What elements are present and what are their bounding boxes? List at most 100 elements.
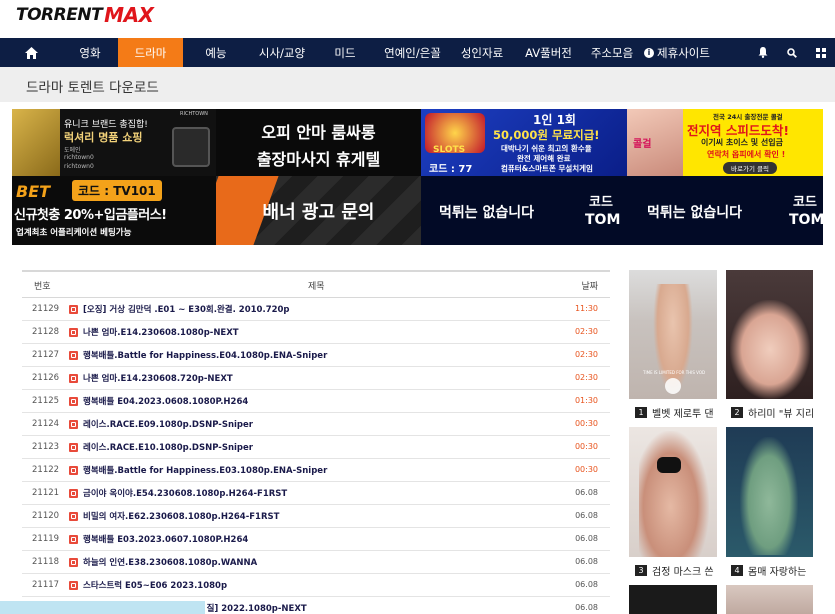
table-row[interactable]: 21126 나쁜 엄마.E14.230608.720p-NEXT 02:30 <box>22 367 610 390</box>
banner-tom-1[interactable]: 먹튀는 없습니다 코드 TOM <box>421 176 627 245</box>
header-date: 날짜 <box>581 282 598 292</box>
banner-bet[interactable]: BET 코드 : TV101 신규첫충 20%+입금플러스! 업계최초 어플리케… <box>12 176 216 245</box>
table-row[interactable]: 21122 행복배틀.Battle for Happiness.E03.1080p… <box>22 459 610 482</box>
menu-button[interactable] <box>806 38 835 67</box>
post-table: 번호 제목 날짜 21129 [오징] 거상 김만덕 .E01 ~ E30회.완결… <box>22 270 610 614</box>
home-button[interactable] <box>0 38 62 67</box>
nav-icon-group <box>748 38 835 67</box>
post-number: 21123 <box>32 442 60 452</box>
post-title-link[interactable]: [오징] 거상 김만덕 .E01 ~ E30회.완결. 2010.720p <box>83 303 290 315</box>
banner-massage[interactable]: 오피 안마 룸싸롱 출장마사지 휴게텔 <box>216 109 421 176</box>
post-title-link[interactable]: 행복배틀 E04.2023.0608.1080P.H264 <box>83 395 248 407</box>
thumb-2[interactable] <box>726 270 813 399</box>
post-date: 11:30 <box>574 304 598 313</box>
torrent-file-icon <box>69 397 78 406</box>
post-title-link[interactable]: 행복배틀.Battle for Happiness.E04.1080p.ENA-… <box>83 349 327 361</box>
search-button[interactable] <box>777 38 806 67</box>
post-date: 06.08 <box>575 557 598 566</box>
table-row[interactable]: 21119 행복배틀 E03.2023.0607.1080P.H264 06.08 <box>22 528 610 551</box>
thumb-3[interactable] <box>629 427 717 557</box>
site-logo[interactable]: TORRENT MAX <box>16 3 154 27</box>
info-icon: i <box>644 47 655 58</box>
post-number: 21124 <box>32 419 60 429</box>
banner-callgirl-line3: 연락처 옵피에서 확인 ! <box>707 150 786 159</box>
post-date: 00:30 <box>574 442 598 451</box>
banner-ad-inquiry-text: 배너 광고 문의 <box>262 202 375 223</box>
torrent-file-icon <box>69 466 78 475</box>
post-title-link[interactable]: 금이야 옥이야.E54.230608.1080p.H264-F1RST <box>83 487 287 499</box>
nav-item-movie[interactable]: 영화 <box>62 38 118 67</box>
banner-luxury-small3: richtown0 <box>64 163 94 170</box>
torrent-file-icon <box>69 420 78 429</box>
banner-luxury-small2: richtown0 <box>64 154 94 161</box>
banner-tom-2[interactable]: 먹튀는 없습니다 코드 TOM <box>627 176 823 245</box>
table-row[interactable]: 21129 [오징] 거상 김만덕 .E01 ~ E30회.완결. 2010.72… <box>22 298 610 321</box>
banner-tom-1-code-value: TOM <box>585 212 621 228</box>
nav-item-addresses[interactable]: 주소모음 <box>583 38 641 67</box>
post-date: 06.08 <box>575 488 598 497</box>
table-header: 번호 제목 날짜 <box>22 270 610 298</box>
header-num: 번호 <box>34 282 51 292</box>
nav-item-av[interactable]: AV풀버전 <box>514 38 583 67</box>
notification-button[interactable] <box>748 38 777 67</box>
banner-luxury-line2: 럭셔리 명품 쇼핑 <box>64 131 143 144</box>
table-row[interactable]: 21128 나쁜 엄마.E14.230608.1080p-NEXT 02:30 <box>22 321 610 344</box>
nav-item-partners-label: 제휴사이트 <box>657 45 710 60</box>
post-number: 21126 <box>32 373 60 383</box>
nav-item-adult[interactable]: 성인자료 <box>450 38 514 67</box>
post-title-link[interactable]: 나쁜 엄마.E14.230608.720p-NEXT <box>83 372 233 384</box>
thumb-1-caption[interactable]: 1 벨벳 제로투 댄 <box>635 405 719 420</box>
banner-bet-line2: 업계최초 어플리케이션 베팅가능 <box>16 228 132 238</box>
post-title-link[interactable]: 행복배틀 E03.2023.0607.1080P.H264 <box>83 533 248 545</box>
post-number: 21129 <box>32 304 60 314</box>
torrent-file-icon <box>69 558 78 567</box>
table-row[interactable]: 21123 레이스.RACE.E10.1080p.DSNP-Sniper 00:30 <box>22 436 610 459</box>
banner-callgirl[interactable]: 콜걸 전국 24시 출장전문 콜걸 전지역 스피드도착! 이기씨 초이스 및 선… <box>627 109 823 176</box>
banner-luxury-small1: 도메인 <box>64 147 81 154</box>
thumb-3-caption[interactable]: 3 검정 마스크 쓴 <box>635 563 719 578</box>
post-title-link[interactable]: 하늘의 인연.E38.230608.1080p.WANNA <box>83 556 257 568</box>
post-date: 02:30 <box>574 350 598 359</box>
bell-icon <box>758 47 767 58</box>
thumb-4[interactable] <box>726 427 813 557</box>
table-row[interactable]: 21120 비밀의 여자.E62.230608.1080p.H264-F1RST 0… <box>22 505 610 528</box>
table-row[interactable]: 21118 하늘의 인연.E38.230608.1080p.WANNA 06.08 <box>22 551 610 574</box>
nav-item-drama[interactable]: 드라마 <box>118 38 183 67</box>
banner-slots-line1: 1인 1회 <box>533 113 576 127</box>
table-row[interactable]: 21125 행복배틀 E04.2023.0608.1080P.H264 01:30 <box>22 390 610 413</box>
main-nav: 영화 드라마 예능 시사/교양 미드 연예인/은꼴 성인자료 AV풀버전 주소모… <box>0 38 835 67</box>
nav-item-partners[interactable]: i 제휴사이트 <box>641 38 713 67</box>
table-row[interactable]: 21117 스타스트럭 E05~E06 2023.1080p 06.08 <box>22 574 610 597</box>
post-title-link[interactable]: 나쁜 엄마.E14.230608.1080p-NEXT <box>83 326 239 338</box>
nav-item-celebrity[interactable]: 연예인/은꼴 <box>375 38 450 67</box>
thumb-2-caption[interactable]: 2 하리미 "뷰 지리 <box>731 405 815 420</box>
nav-item-variety[interactable]: 예능 <box>183 38 249 67</box>
banner-slots[interactable]: SLOTS 코드 : 77 1인 1회 50,000원 무료지급! 대박나기 쉬… <box>421 109 627 176</box>
nav-item-documentary[interactable]: 시사/교양 <box>249 38 315 67</box>
thumb-1-caption-text: 벨벳 제로투 댄 <box>652 409 714 420</box>
nav-item-us-drama[interactable]: 미드 <box>315 38 375 67</box>
top-bar: TORRENT MAX <box>0 0 835 38</box>
banner-slots-code: 코드 : 77 <box>429 164 473 175</box>
post-date: 06.08 <box>575 580 598 589</box>
post-title-link[interactable]: 레이스.RACE.E10.1080p.DSNP-Sniper <box>83 441 253 453</box>
banner-luxury-shop[interactable]: 유니크 브랜드 총집합! 럭셔리 명품 쇼핑 도메인 richtown0 ric… <box>12 109 216 176</box>
post-number: 21119 <box>32 534 60 544</box>
thumb-3-figure <box>639 431 709 557</box>
banner-ad-inquiry[interactable]: 배너 광고 문의 <box>216 176 421 245</box>
table-row[interactable]: 21127 행복배틀.Battle for Happiness.E04.1080p… <box>22 344 610 367</box>
post-title-link[interactable]: 레이스.RACE.E09.1080p.DSNP-Sniper <box>83 418 253 430</box>
post-title-link[interactable]: 스타스트럭 E05~E06 2023.1080p <box>83 579 227 591</box>
table-row[interactable]: 21121 금이야 옥이야.E54.230608.1080p.H264-F1RST… <box>22 482 610 505</box>
banner-tom-1-text: 먹튀는 없습니다 <box>439 205 535 221</box>
post-title-link[interactable]: 행복배틀.Battle for Happiness.E03.1080p.ENA-… <box>83 464 327 476</box>
thumb-1[interactable]: TIME IS LIMITED FOR THIS VOD <box>629 270 717 399</box>
post-title-link[interactable]: 비밀의 여자.E62.230608.1080p.H264-F1RST <box>83 510 279 522</box>
table-row[interactable]: 21124 레이스.RACE.E09.1080p.DSNP-Sniper 00:30 <box>22 413 610 436</box>
thumb-1-rank: 1 <box>635 407 647 418</box>
banner-luxury-brand: RICHTOWN <box>180 111 208 117</box>
thumb-5-partial[interactable] <box>629 585 717 614</box>
thumb-4-caption[interactable]: 4 몸매 자랑하는 <box>731 563 815 578</box>
title-strip: 드라마 토렌트 다운로드 <box>0 67 835 102</box>
thumb-6-partial[interactable] <box>726 585 813 614</box>
